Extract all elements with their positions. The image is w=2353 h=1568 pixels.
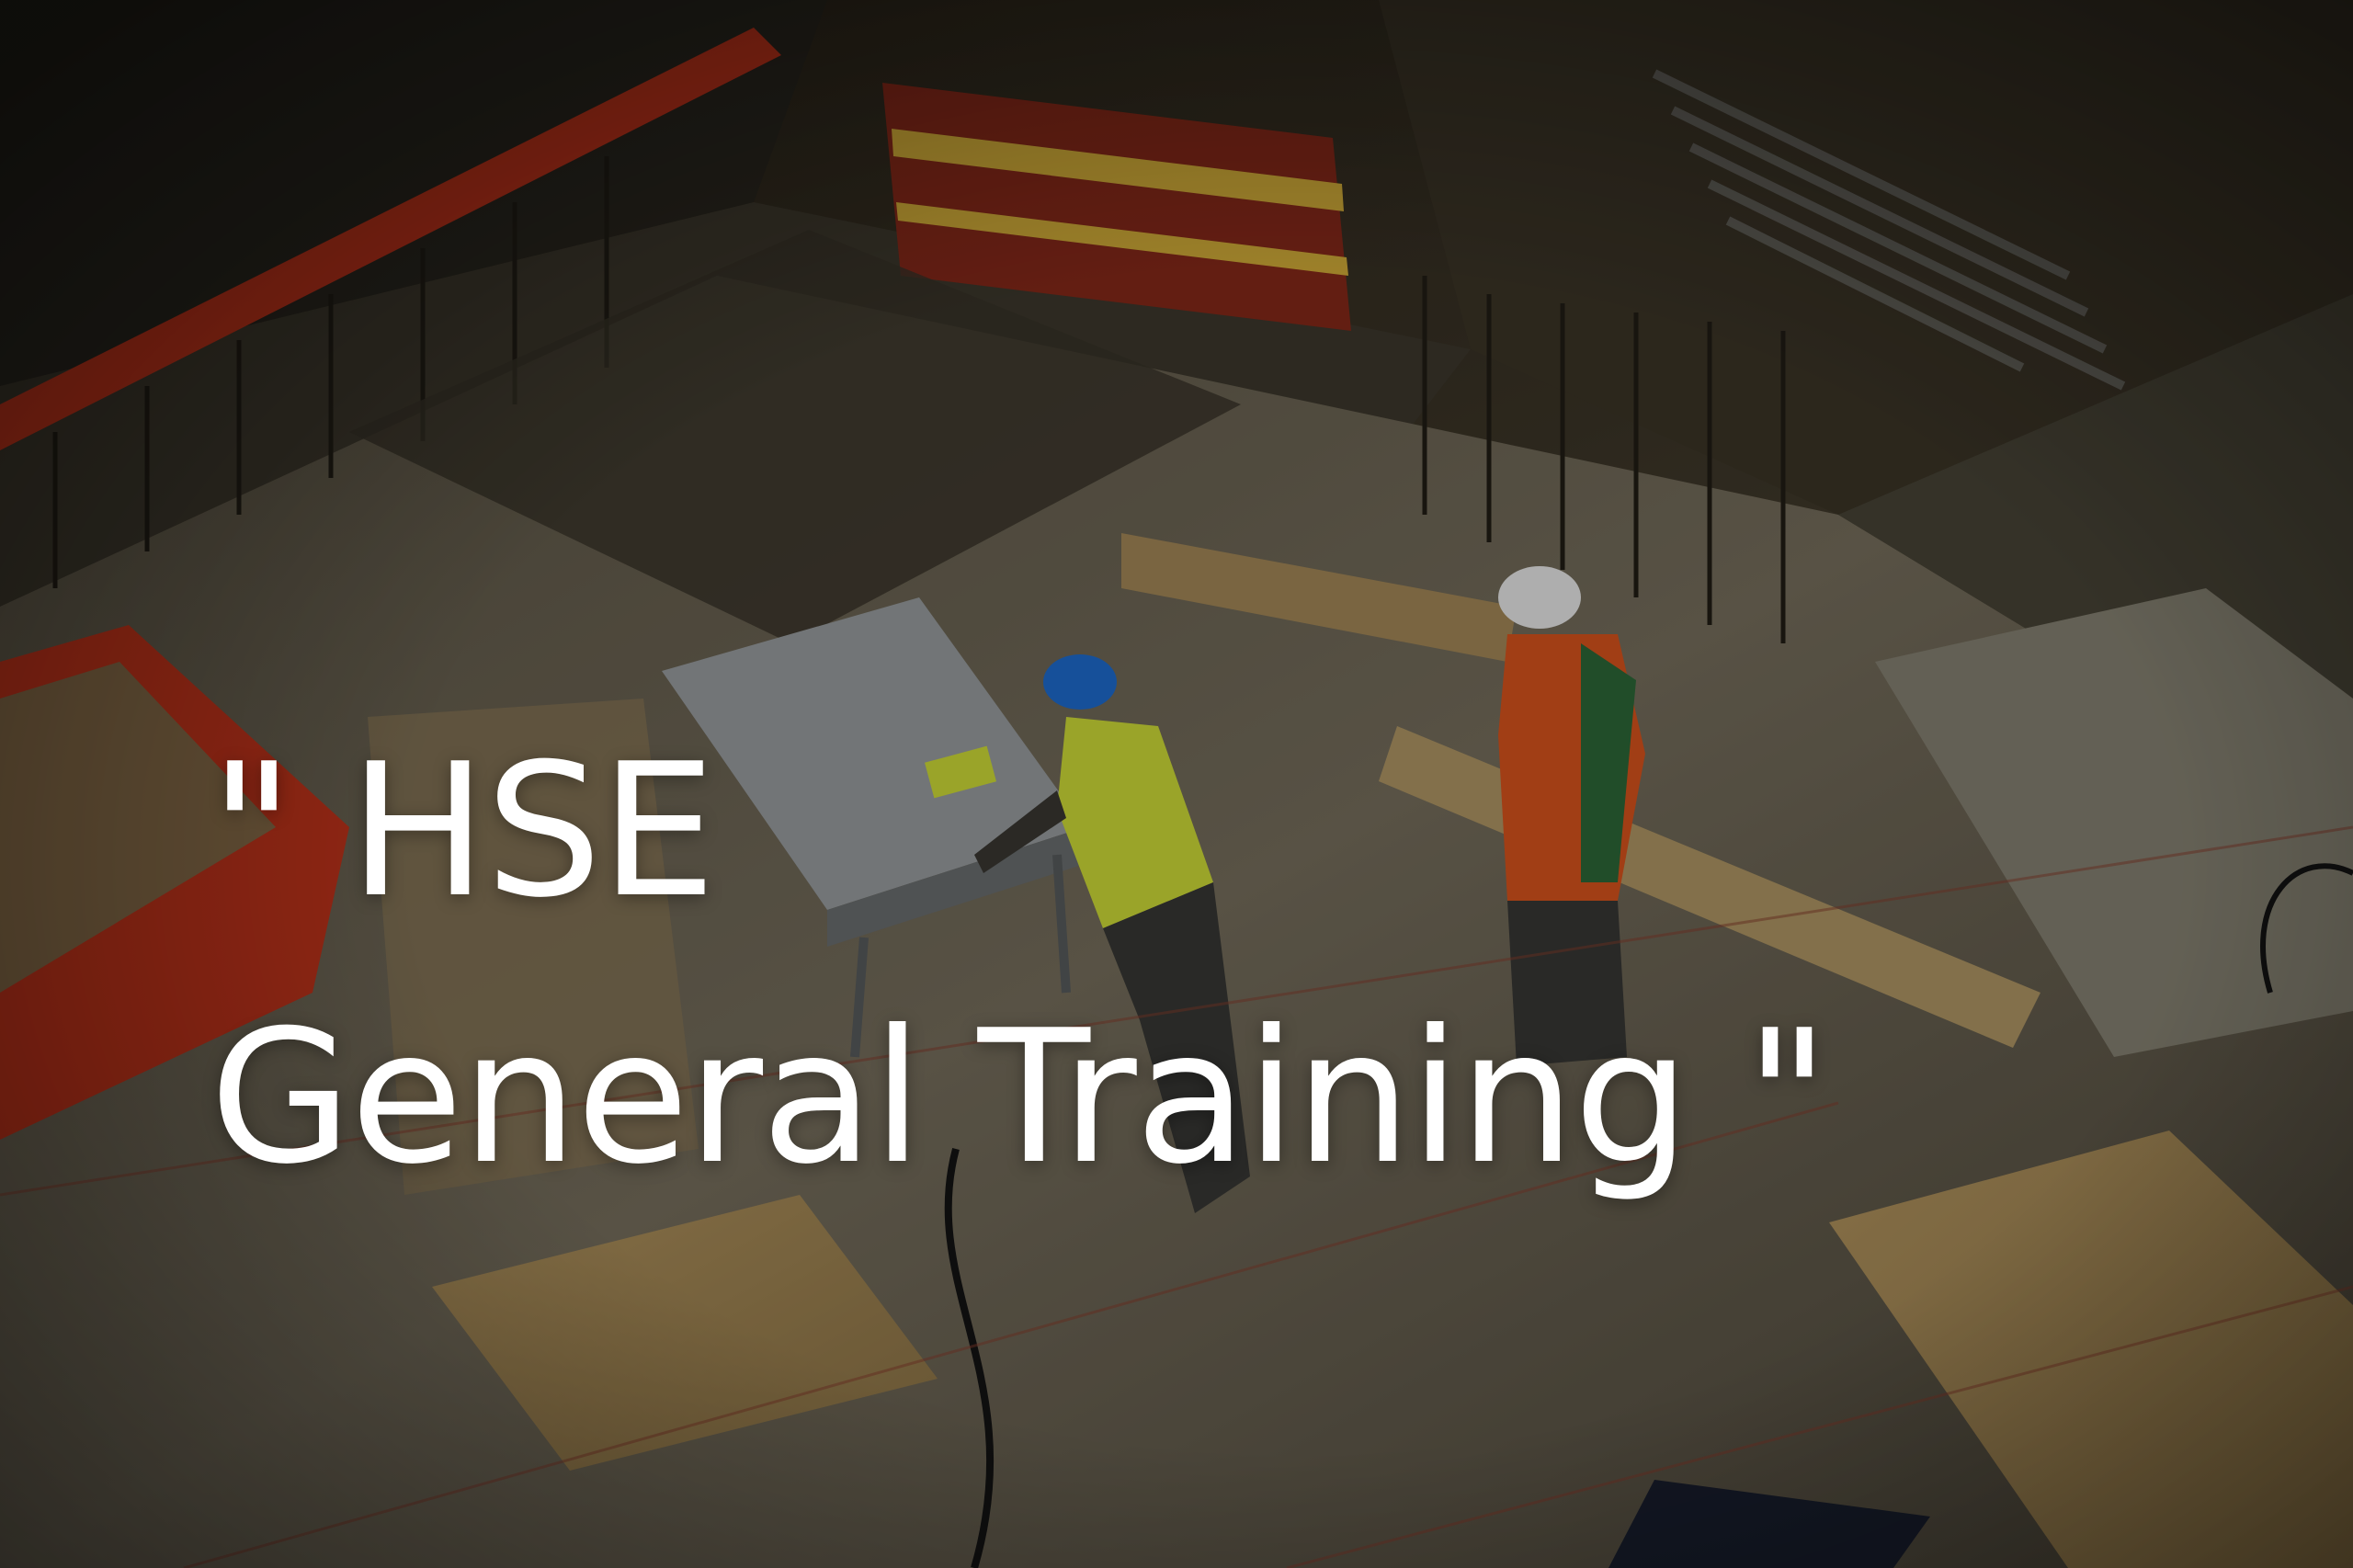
title-line-2: General Training " xyxy=(210,991,1829,1205)
training-title: " HSE General Training " xyxy=(210,699,2140,1232)
hero-banner: " HSE General Training " xyxy=(0,0,2353,1568)
title-line-1: " HSE xyxy=(210,724,716,938)
